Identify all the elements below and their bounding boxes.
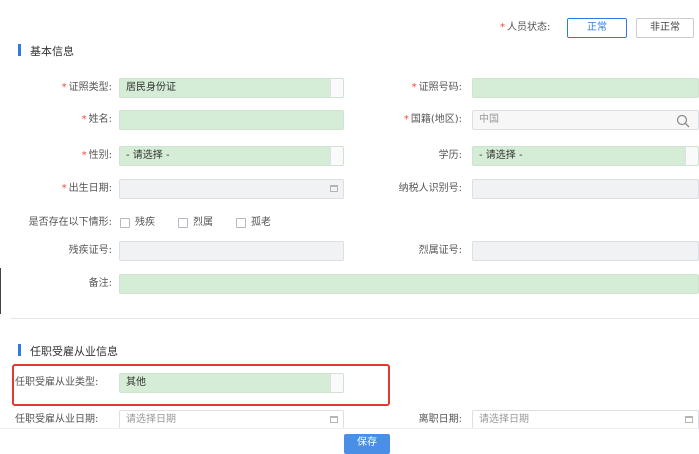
- id-number-label: * 证照号码:: [411, 82, 462, 93]
- taxpayer-id-input[interactable]: [472, 179, 699, 199]
- remark-label: 备注:: [88, 278, 112, 289]
- nationality-label: * 国籍(地区):: [403, 114, 462, 125]
- employment-date-placeholder: 请选择日期: [126, 414, 176, 425]
- status-normal-button[interactable]: 正常: [567, 18, 627, 38]
- employment-date-input[interactable]: 请选择日期: [119, 410, 344, 430]
- leave-date-placeholder: 请选择日期: [479, 414, 529, 425]
- chevron-down-icon: [330, 374, 343, 392]
- left-edge-mark: [0, 268, 1, 314]
- name-input[interactable]: [119, 110, 344, 130]
- id-number-input[interactable]: [472, 78, 699, 98]
- birth-date-input[interactable]: [119, 179, 344, 199]
- nationality-input[interactable]: 中国: [472, 110, 699, 130]
- employment-type-label: 任职受雇从业类型:: [15, 377, 99, 388]
- nationality-value: 中国: [479, 114, 499, 125]
- gender-select[interactable]: - 请选择 -: [119, 146, 344, 166]
- education-value: - 请选择 -: [479, 150, 523, 161]
- martyr-family-checkbox[interactable]: [178, 218, 188, 228]
- id-type-value: 居民身份证: [126, 82, 176, 93]
- taxpayer-id-label: 纳税人识别号:: [398, 183, 462, 194]
- remark-input[interactable]: [119, 274, 699, 294]
- martyr-cert-label: 烈属证号:: [418, 245, 462, 256]
- lonely-elderly-checkbox-label: 孤老: [251, 217, 271, 228]
- employment-type-select[interactable]: 其他: [119, 373, 344, 393]
- chevron-down-icon: [330, 147, 343, 165]
- id-type-label: * 证照类型:: [61, 82, 112, 93]
- martyr-cert-input[interactable]: [472, 241, 699, 261]
- disability-cert-input[interactable]: [119, 241, 344, 261]
- employment-section-title: 任职受雇从业信息: [30, 345, 118, 358]
- employment-type-value: 其他: [126, 377, 146, 388]
- status-label: * 人员状态:: [500, 22, 551, 33]
- disability-cert-label: 残疾证号:: [68, 245, 112, 256]
- employment-section-marker: [18, 344, 21, 356]
- employment-date-label: 任职受雇从业日期:: [15, 414, 99, 425]
- disabled-checkbox-label: 残疾: [135, 217, 155, 228]
- birth-date-label: * 出生日期:: [61, 183, 112, 194]
- education-label: 学历:: [438, 150, 462, 161]
- status-abnormal-button[interactable]: 非正常: [636, 18, 694, 38]
- calendar-icon: [330, 416, 338, 423]
- basic-section-title: 基本信息: [30, 45, 74, 58]
- name-label: * 姓名:: [81, 114, 112, 125]
- disabled-checkbox[interactable]: [120, 218, 130, 228]
- save-button[interactable]: 保存: [344, 434, 390, 454]
- search-icon[interactable]: [676, 114, 690, 128]
- chevron-down-icon: [330, 79, 343, 97]
- basic-section-marker: [18, 44, 21, 56]
- calendar-icon: [685, 416, 693, 423]
- section-divider: [10, 318, 699, 319]
- gender-label: * 性别:: [81, 150, 112, 161]
- lonely-elderly-checkbox[interactable]: [236, 218, 246, 228]
- calendar-icon: [330, 185, 338, 192]
- situation-label: 是否存在以下情形:: [28, 217, 112, 228]
- id-type-select[interactable]: 居民身份证: [119, 78, 344, 98]
- leave-date-input[interactable]: 请选择日期: [472, 410, 699, 430]
- education-select[interactable]: - 请选择 -: [472, 146, 699, 166]
- gender-value: - 请选择 -: [126, 150, 170, 161]
- chevron-down-icon: [685, 147, 698, 165]
- leave-date-label: 离职日期:: [418, 414, 462, 425]
- martyr-family-checkbox-label: 烈属: [193, 217, 213, 228]
